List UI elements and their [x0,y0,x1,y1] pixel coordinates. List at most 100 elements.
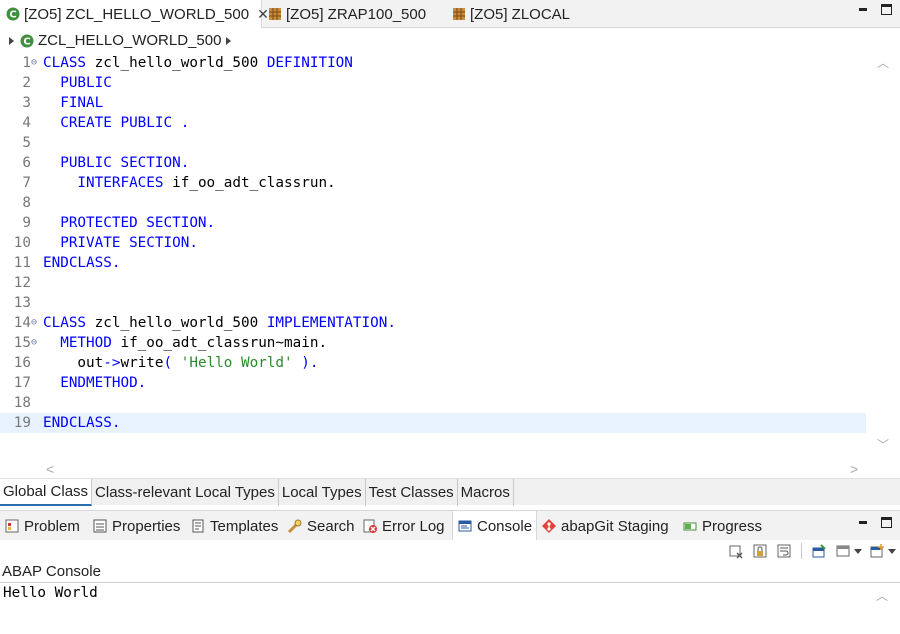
abapgit-icon [541,518,557,534]
code-text: ENDCLASS. [43,253,120,273]
code-line[interactable]: 4 CREATE PUBLIC . [0,113,866,133]
code-lines[interactable]: 1 ⊖ CLASS zcl_hello_world_500 DEFINITION 2 … [0,53,866,433]
chevron-right-icon[interactable] [8,36,16,46]
tab-global-class[interactable]: Global Class [0,479,93,506]
svg-text:C: C [9,10,16,21]
code-line[interactable]: 12 [0,273,866,293]
editor-tab-label: [ZO5] ZRAP100_500 [286,5,427,23]
code-token: CLASS [43,55,95,71]
clear-console-icon[interactable] [727,542,745,560]
code-line[interactable]: 13 [0,293,866,313]
open-console-icon[interactable] [868,542,886,560]
code-token: PUBLIC [43,75,112,91]
code-token: PUBLIC SECTION. [43,155,190,171]
code-token: ). [292,355,319,371]
tab-test-classes[interactable]: Test Classes [366,479,458,506]
display-console-icon[interactable] [834,542,852,560]
line-number: 16 [13,355,31,371]
code-line[interactable]: 10 PRIVATE SECTION. [0,233,866,253]
progress-icon [682,518,698,534]
tab-problems[interactable]: Problem [4,511,80,541]
scroll-up-icon[interactable]: ︿ [876,587,888,604]
pin-console-icon[interactable] [810,542,828,560]
code-line[interactable]: 18 [0,393,866,413]
code-line[interactable]: 14 ⊖ CLASS zcl_hello_world_500 IMPLEMENTAT… [0,313,866,333]
code-token: 'Hello World' [180,355,293,371]
tab-progress[interactable]: Progress [682,511,762,541]
console-output-area[interactable]: Hello World ︿ [0,582,900,634]
chevron-down-icon[interactable] [854,548,862,554]
maximize-icon[interactable] [881,4,892,15]
code-line[interactable]: 16 out->write( 'Hello World' ). [0,353,866,373]
code-line[interactable]: 11 ENDCLASS. [0,253,866,273]
tab-abapgit-staging[interactable]: abapGit Staging [541,511,669,541]
line-number: 5 [22,135,31,151]
code-token: INTERFACES [43,175,173,191]
tab-label: Error Log [382,517,445,535]
scroll-right-icon[interactable]: > [850,461,858,477]
editor-tab-zlocal[interactable]: [ZO5] ZLOCAL [446,0,586,28]
horizontal-scrollbar[interactable]: < > [40,458,866,478]
tab-console[interactable]: Console [452,511,538,541]
code-text: CLASS zcl_hello_world_500 DEFINITION [43,53,353,73]
code-line[interactable]: 17 ENDMETHOD. [0,373,866,393]
code-text: INTERFACES if_oo_adt_classrun. [43,173,335,193]
line-number: 1 [22,55,31,71]
line-number: 10 [13,235,31,251]
tab-properties[interactable]: Properties [92,511,180,541]
code-line[interactable]: 3 FINAL [0,93,866,113]
scroll-down-icon[interactable]: ﹀ [877,439,889,451]
fold-icon[interactable]: ⊖ [31,313,41,333]
line-number: 6 [22,155,31,171]
tab-templates[interactable]: Templates [190,511,278,541]
tab-class-relevant-local-types[interactable]: Class-relevant Local Types [92,479,279,506]
minimize-icon[interactable] [857,517,869,529]
table-icon [452,7,466,21]
error-log-icon [362,518,378,534]
line-number: 18 [13,395,31,411]
code-line[interactable]: 19 ENDCLASS. [0,413,866,433]
maximize-icon[interactable] [881,517,892,528]
code-token: IMPLEMENTATION. [266,315,396,331]
chevron-right-icon[interactable] [225,36,233,46]
code-text: ENDMETHOD. [43,373,146,393]
scroll-left-icon[interactable]: < [46,461,54,477]
code-line[interactable]: 15 ⊖ METHOD if_oo_adt_classrun~main. [0,333,866,353]
tab-label: Class-relevant Local Types [95,484,275,501]
code-line[interactable]: 1 ⊖ CLASS zcl_hello_world_500 DEFINITION [0,53,866,73]
code-line[interactable]: 5 [0,133,866,153]
code-token: ENDCLASS. [43,255,121,271]
scroll-up-icon[interactable]: ︿ [877,57,889,69]
code-line[interactable]: 8 [0,193,866,213]
tab-error-log[interactable]: Error Log [362,511,445,541]
code-line[interactable]: 9 PROTECTED SECTION. [0,213,866,233]
line-number: 17 [13,375,31,391]
editor-tab-zrap100-500[interactable]: [ZO5] ZRAP100_500 [262,0,448,28]
scroll-lock-icon[interactable] [751,542,769,560]
code-token: ( [163,355,181,371]
breadcrumb-item[interactable]: ZCL_HELLO_WORLD_500 [38,32,221,49]
view-window-controls [857,517,892,529]
tab-macros[interactable]: Macros [458,479,514,506]
code-line[interactable]: 6 PUBLIC SECTION. [0,153,866,173]
code-line[interactable]: 7 INTERFACES if_oo_adt_classrun. [0,173,866,193]
code-line[interactable]: 2 PUBLIC [0,73,866,93]
minimize-icon[interactable] [857,4,869,16]
tab-label: Test Classes [368,484,454,501]
code-token: zcl_hello_world_500 [94,315,267,331]
tab-local-types[interactable]: Local Types [279,479,366,506]
line-number: 4 [22,115,31,131]
editor-tab-zcl-hello-world-500[interactable]: C [ZO5] ZCL_HELLO_WORLD_500 ✕ [0,0,269,28]
chevron-down-icon[interactable] [888,548,896,554]
fold-icon[interactable]: ⊖ [31,333,41,353]
word-wrap-icon[interactable] [775,542,793,560]
line-number: 2 [22,75,31,91]
code-text: PROTECTED SECTION. [43,213,215,233]
fold-icon[interactable]: ⊖ [31,53,41,73]
vertical-scrollbar[interactable]: ︿ ﹀ [866,53,900,458]
tab-label: Console [477,517,533,535]
code-editor[interactable]: 1 ⊖ CLASS zcl_hello_world_500 DEFINITION 2 … [0,53,900,478]
code-token: out [43,355,104,371]
code-token: CREATE PUBLIC . [43,115,190,131]
tab-search[interactable]: Search [287,511,355,541]
